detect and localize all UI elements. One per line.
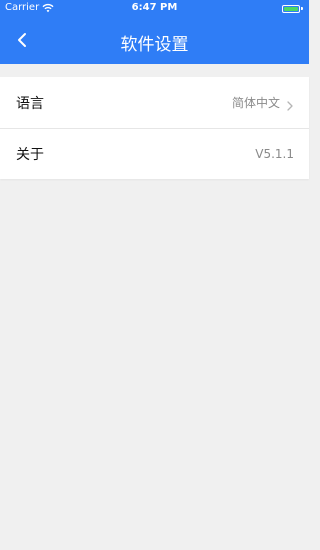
- setting-label-about: 关于: [16, 147, 44, 163]
- page-title: 软件设置: [120, 35, 189, 55]
- status-time: 6:47 PM: [131, 2, 178, 13]
- battery-icon: [282, 4, 304, 13]
- status-bar: Carrier 6:47 PM: [0, 0, 309, 20]
- setting-label-language: 语言: [16, 95, 44, 112]
- setting-row-language[interactable]: 语言 简体中文: [0, 77, 309, 128]
- setting-value-version: V5.1.1: [255, 147, 294, 161]
- app-header: Carrier 6:47 PM 软件设置: [0, 0, 309, 64]
- setting-row-about[interactable]: 关于 V5.1.1: [0, 128, 309, 179]
- setting-value-group: V5.1.1: [255, 147, 294, 161]
- chevron-right-icon: [286, 97, 294, 111]
- setting-value-language: 简体中文: [231, 96, 280, 110]
- settings-list: 语言 简体中文 关于 V5.1.1: [0, 77, 309, 179]
- setting-value-group: 简体中文: [232, 94, 294, 111]
- nav-bar: 软件设置: [0, 20, 309, 64]
